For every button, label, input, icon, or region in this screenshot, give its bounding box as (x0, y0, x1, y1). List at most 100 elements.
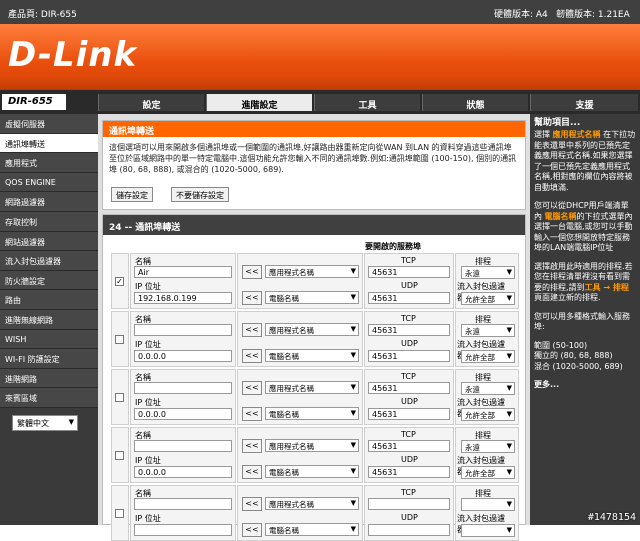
sidebar-item-qos-engine[interactable]: QOS ENGINE (0, 172, 98, 193)
rule-ip-input[interactable]: 0.0.0.0 (134, 408, 232, 420)
apply-computer-button[interactable]: << (242, 407, 262, 421)
tcp-ports-input[interactable]: 45631 (368, 382, 450, 394)
computer-name-select[interactable]: 電腦名稱 ▼ (265, 349, 359, 362)
sidebar-item-access-control[interactable]: 存取控制 (0, 211, 98, 232)
tcp-label: TCP (401, 430, 416, 439)
port-forwarding-intro-panel: 通訊埠轉送 這個選項可以用來開啟多個通訊埠或一個範圍的通訊埠,好讓路由器重新定向… (102, 120, 526, 210)
rule-enable-checkbox[interactable]: ✓ (115, 277, 124, 286)
schedule-select[interactable]: 永遠 ▼ (461, 440, 515, 453)
tab-advanced[interactable]: 進階設定 (206, 94, 312, 111)
application-name-select[interactable]: 應用程式名稱 ▼ (265, 439, 359, 452)
sidebar-item-inbound-filter[interactable]: 流入封包過濾器 (0, 251, 98, 271)
apply-application-button[interactable]: << (242, 439, 262, 453)
tab-status[interactable]: 狀態 (422, 94, 528, 111)
sidebar: 虛擬伺服器 通訊埠轉送 應用程式 QOS ENGINE 網路過濾器 存取控制 網… (0, 114, 98, 525)
inbound-filter-select[interactable]: 允許全部 ▼ (461, 350, 515, 363)
tcp-ports-input[interactable]: 45631 (368, 324, 450, 336)
rule-enable-checkbox[interactable] (115, 451, 124, 460)
schedule-select[interactable]: 永遠 ▼ (461, 266, 515, 279)
dlink-logo: D-Link (8, 35, 138, 75)
tcp-ports-input[interactable]: 45631 (368, 266, 450, 278)
rule-enable-checkbox[interactable] (115, 393, 124, 402)
rule-name-input[interactable] (134, 324, 232, 336)
rule-enable-checkbox[interactable] (115, 509, 124, 518)
application-name-select[interactable]: 應用程式名稱 ▼ (265, 265, 359, 278)
help-more-link[interactable]: 更多... (530, 380, 640, 391)
help-paragraph-examples: 範圍 (50-100) 獨立的 (80, 68, 888) 混合 (1020-500… (534, 340, 623, 371)
apply-application-button[interactable]: << (242, 265, 262, 279)
sidebar-item-advanced-wireless[interactable]: 進階無線網路 (0, 309, 98, 330)
sidebar-item-routing[interactable]: 路由 (0, 290, 98, 310)
apply-computer-button[interactable]: << (242, 349, 262, 363)
sidebar-item-wifi-protected-setup[interactable]: WI-FI 防護設定 (0, 349, 98, 369)
dont-save-settings-button[interactable]: 不要儲存設定 (171, 187, 229, 202)
sidebar-item-guest-zone[interactable]: 來賓區域 (0, 388, 98, 408)
application-name-value: 應用程式名稱 (269, 326, 314, 335)
rule-row: 名稱 IP 位址 0.0.0.0 << 應用程式名稱 ▼ << 電腦名稱 ▼ TCP 45631 UD… (111, 311, 519, 367)
apply-application-button[interactable]: << (242, 381, 262, 395)
rule-ip-input[interactable] (134, 524, 232, 536)
sidebar-item-advanced-network[interactable]: 進階網路 (0, 368, 98, 389)
help-paragraph-formats: 您可以用多種格式輸入服務埠: (534, 311, 630, 332)
sidebar-item-website-filter[interactable]: 網站過濾器 (0, 231, 98, 252)
tab-tools[interactable]: 工具 (314, 94, 420, 111)
inbound-filter-select[interactable]: 允許全部 ▼ (461, 466, 515, 479)
rule-name-input[interactable] (134, 382, 232, 394)
schedule-select[interactable]: ▼ (461, 498, 515, 511)
rules-panel-title: 24 -- 通訊埠轉送 (103, 215, 525, 235)
apply-computer-button[interactable]: << (242, 523, 262, 537)
sidebar-item-application-rules[interactable]: 應用程式 (0, 153, 98, 173)
product-page-label: 產品頁: DIR-655 (8, 10, 77, 20)
rule-ip-input[interactable]: 0.0.0.0 (134, 466, 232, 478)
computer-name-select[interactable]: 電腦名稱 ▼ (265, 465, 359, 478)
computer-name-select[interactable]: 電腦名稱 ▼ (265, 291, 359, 304)
udp-ports-input[interactable]: 45631 (368, 292, 450, 304)
chevron-down-icon: ▼ (506, 294, 512, 302)
inbound-filter-select[interactable]: ▼ (461, 524, 515, 537)
schedule-select[interactable]: 永遠 ▼ (461, 382, 515, 395)
sidebar-item-port-forwarding[interactable]: 通訊埠轉送 (0, 133, 98, 154)
tab-setup[interactable]: 設定 (98, 94, 204, 111)
rule-name-input[interactable] (134, 440, 232, 452)
brand-banner: D-Link (0, 24, 640, 90)
inbound-filter-value: 允許全部 (465, 353, 495, 362)
help-schedule-link[interactable]: 工具 → 排程 (585, 283, 629, 292)
apply-application-button[interactable]: << (242, 497, 262, 511)
language-value: 繁體中文 (17, 418, 49, 428)
rule-enable-checkbox[interactable] (115, 335, 124, 344)
chevron-down-icon: ▼ (506, 500, 512, 508)
sidebar-item-network-filter[interactable]: 網路過濾器 (0, 192, 98, 212)
apply-application-button[interactable]: << (242, 323, 262, 337)
help-paragraph-app-name: 選擇 應用程式名稱 在下拉功能表還單中系列的已預先定義應用程式名稱.如果您選擇了… (534, 130, 636, 192)
tcp-ports-input[interactable] (368, 498, 450, 510)
rule-ip-input[interactable]: 0.0.0.0 (134, 350, 232, 362)
application-name-value: 應用程式名稱 (269, 268, 314, 277)
tab-support[interactable]: 支援 (530, 94, 638, 111)
udp-ports-input[interactable] (368, 524, 450, 536)
schedule-select[interactable]: 永遠 ▼ (461, 324, 515, 337)
rule-name-input[interactable]: Air (134, 266, 232, 278)
apply-computer-button[interactable]: << (242, 291, 262, 305)
save-settings-button[interactable]: 儲存設定 (111, 187, 153, 202)
application-name-select[interactable]: 應用程式名稱 ▼ (265, 323, 359, 336)
application-name-select[interactable]: 應用程式名稱 ▼ (265, 381, 359, 394)
computer-name-value: 電腦名稱 (269, 294, 299, 303)
sidebar-item-wish[interactable]: WISH (0, 329, 98, 350)
computer-name-select[interactable]: 電腦名稱 ▼ (265, 407, 359, 420)
sidebar-item-firewall-settings[interactable]: 防火牆設定 (0, 270, 98, 291)
inbound-filter-select[interactable]: 允許全部 ▼ (461, 292, 515, 305)
apply-computer-button[interactable]: << (242, 465, 262, 479)
rule-ip-input[interactable]: 192.168.0.199 (134, 292, 232, 304)
help-paragraph-computer-name: 您可以從DHCP用戶端清單內 電腦名稱的下拉式選單內選擇一台電腦,或您可以手動輸… (534, 201, 633, 252)
language-select[interactable]: 繁體中文 ▼ (12, 414, 78, 431)
chevron-down-icon: ▼ (506, 268, 512, 276)
udp-ports-input[interactable]: 45631 (368, 350, 450, 362)
sidebar-item-virtual-server[interactable]: 虛擬伺服器 (0, 114, 98, 134)
udp-ports-input[interactable]: 45631 (368, 466, 450, 478)
udp-ports-input[interactable]: 45631 (368, 408, 450, 420)
tcp-ports-input[interactable]: 45631 (368, 440, 450, 452)
inbound-filter-select[interactable]: 允許全部 ▼ (461, 408, 515, 421)
tcp-label: TCP (401, 488, 416, 497)
rule-name-input[interactable] (134, 498, 232, 510)
application-name-select[interactable]: 應用程式名稱 ▼ (265, 497, 359, 510)
